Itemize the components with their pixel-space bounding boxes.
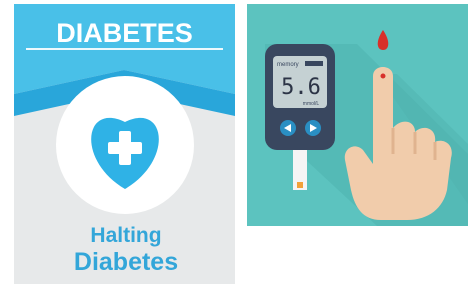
meter-reading: 5.6 [281, 75, 321, 100]
glucose-meter-icon: memory 5.6 mmol/L [265, 44, 335, 150]
test-strip-icon [293, 150, 307, 190]
header-title: DIABETES [56, 18, 193, 48]
strip-tip [297, 182, 303, 188]
blood-drop-icon [377, 30, 389, 50]
meter-battery-icon [305, 61, 323, 66]
glucose-meter-artwork: memory 5.6 mmol/L [265, 30, 468, 226]
halting-diabetes-card: DIABETES Halting Diabetes [14, 4, 235, 284]
header-divider [26, 48, 223, 50]
halting-diabetes-artwork: DIABETES Halting Diabetes [14, 4, 235, 276]
caption-line-1: Halting [90, 224, 161, 247]
blood-dot [380, 73, 386, 79]
glucose-meter-card: memory 5.6 mmol/L [247, 4, 468, 226]
meter-memory-label: memory [277, 62, 299, 68]
meter-unit: mmol/L [303, 101, 320, 107]
caption-line-2: Diabetes [74, 248, 178, 276]
plus-horizontal [108, 142, 142, 154]
